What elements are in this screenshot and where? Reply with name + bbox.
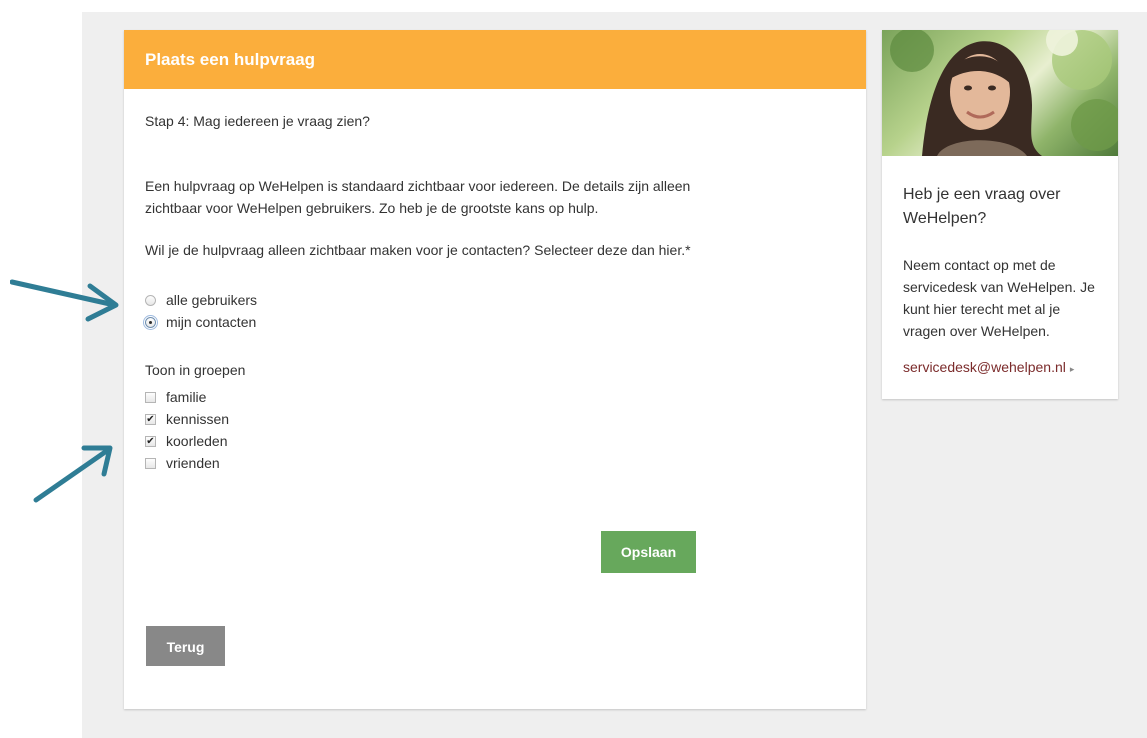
radio-option-alle-gebruikers[interactable]: alle gebruikers — [145, 290, 257, 310]
checkbox-familie[interactable] — [145, 391, 156, 403]
servicedesk-card: Heb je een vraag over WeHelpen? Neem con… — [882, 30, 1118, 399]
checkbox-vrienden[interactable] — [145, 457, 156, 469]
card-header: Plaats een hulpvraag — [124, 30, 866, 89]
group-item-koorleden[interactable]: ✔ koorleden — [145, 431, 228, 451]
sidebar-text: Neem contact op met de servicedesk van W… — [903, 257, 1095, 339]
radio-option-mijn-contacten[interactable]: mijn contacten — [143, 312, 257, 332]
group-item-familie[interactable]: familie — [145, 387, 206, 407]
radio-label: alle gebruikers — [166, 292, 258, 308]
radio-mijn-contacten[interactable] — [143, 314, 158, 330]
group-item-kennissen[interactable]: ✔ kennissen — [145, 409, 229, 429]
step-title: Stap 4: Mag iedereen je vraag zien? — [145, 113, 370, 129]
checkbox-koorleden[interactable]: ✔ — [145, 435, 156, 447]
servicedesk-email-link[interactable]: servicedesk@wehelpen.nl ▸ — [903, 356, 1074, 380]
checkbox-label: koorleden — [166, 433, 228, 449]
contacts-question: Wil je de hulpvraag alleen zichtbaar mak… — [145, 242, 691, 258]
annotation-arrow-icon — [33, 445, 113, 503]
sidebar-title: Heb je een vraag over WeHelpen? — [903, 186, 1061, 227]
visibility-explanation: Een hulpvraag op WeHelpen is standaard z… — [145, 178, 691, 216]
person-photo-icon — [890, 30, 1118, 156]
save-button[interactable]: Opslaan — [601, 531, 696, 573]
back-button[interactable]: Terug — [146, 626, 225, 666]
triangle-right-icon: ▸ — [1069, 364, 1075, 374]
checkbox-kennissen[interactable]: ✔ — [145, 413, 156, 425]
group-item-vrienden[interactable]: vrienden — [145, 453, 220, 473]
radio-label: mijn contacten — [166, 314, 257, 330]
checkbox-label: vrienden — [166, 455, 220, 471]
checkbox-label: kennissen — [166, 411, 230, 427]
card-title: Plaats een hulpvraag — [145, 50, 316, 69]
annotation-arrow-icon — [10, 279, 119, 322]
servicedesk-photo — [882, 30, 1118, 156]
radio-alle-gebruikers[interactable] — [145, 294, 156, 306]
servicedesk-email-text: servicedesk@wehelpen.nl — [903, 359, 1066, 375]
groups-title: Toon in groepen — [145, 362, 246, 378]
help-request-card: Plaats een hulpvraag Stap 4: Mag iederee… — [124, 30, 866, 709]
checkbox-label: familie — [166, 389, 207, 405]
